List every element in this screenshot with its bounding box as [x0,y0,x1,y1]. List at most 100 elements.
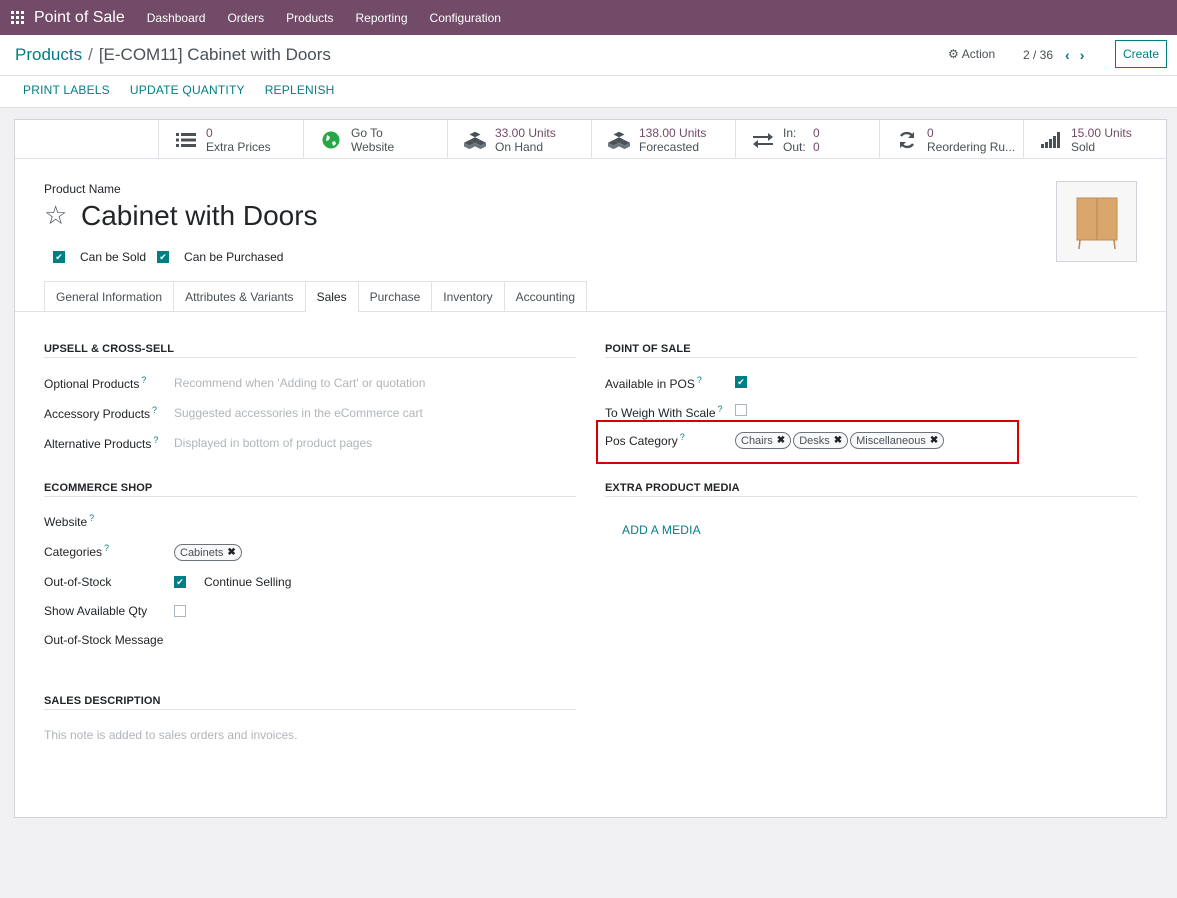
in-value: 0 [813,125,820,140]
show-available-qty-label: Show Available Qty [44,604,148,618]
help-icon[interactable]: ? [718,404,723,414]
extra-prices-label: Extra Prices [206,139,271,154]
smart-buttons: 0 Extra Prices Go To Website 33.00 Units… [15,120,1166,159]
add-media-button[interactable]: ADD A MEDIA [622,523,701,537]
action-menu-button[interactable]: ⚙ Action [948,47,995,61]
help-icon[interactable]: ? [152,405,157,415]
app-name[interactable]: Point of Sale [34,9,125,27]
tab-attributes-variants[interactable]: Attributes & Variants [173,281,306,312]
remove-tag-icon[interactable]: ✖ [227,547,235,558]
alternative-products-input[interactable]: Displayed in bottom of product pages [174,436,372,450]
notebook-tabs: General Information Attributes & Variant… [44,281,588,313]
action-label: Action [961,47,996,61]
pos-section-title: POINT OF SALE [605,343,691,355]
reordering-rules-button[interactable]: 0 Reordering Ru... [879,120,1023,159]
apps-menu-icon[interactable] [11,11,24,24]
control-panel: Products / [E-COM11] Cabinet with Doors … [0,35,1177,108]
can-be-purchased-checkbox[interactable]: ✔ [157,251,170,263]
sale-purchase-options: ✔ Can be Sold ✔ Can be Purchased [53,250,294,264]
update-quantity-button[interactable]: UPDATE QUANTITY [120,83,255,97]
help-icon[interactable]: ? [697,375,702,385]
out-of-stock-label: Out-of-Stock [44,575,112,589]
forecasted-button[interactable]: 138.00 Units Forecasted [591,120,735,159]
divider [0,75,1177,76]
tab-sales[interactable]: Sales [304,281,359,313]
menu-products[interactable]: Products [275,11,344,25]
accessory-products-input[interactable]: Suggested accessories in the eCommerce c… [174,406,423,420]
highlight-box [596,420,1019,464]
top-navbar: Point of Sale Dashboard Orders Products … [0,0,1177,35]
tab-accounting[interactable]: Accounting [503,281,588,312]
create-button[interactable]: Create [1115,40,1167,68]
signal-icon [1040,129,1062,151]
menu-dashboard[interactable]: Dashboard [136,11,217,25]
sold-button[interactable]: 15.00 Units Sold [1023,120,1166,159]
chevron-left-icon[interactable]: ‹ [1065,47,1070,63]
tab-purchase[interactable]: Purchase [357,281,433,312]
tab-general-information[interactable]: General Information [44,281,175,312]
website-line2: Website [351,139,395,154]
chevron-right-icon[interactable]: › [1080,47,1085,63]
extra-media-section-title: EXTRA PRODUCT MEDIA [605,482,740,494]
sales-description-title: SALES DESCRIPTION [44,695,161,707]
show-available-qty-checkbox[interactable] [174,605,186,617]
list-icon [175,129,197,151]
star-icon[interactable]: ☆ [44,200,67,231]
continue-selling-label: Continue Selling [204,575,292,589]
product-image[interactable] [1056,181,1137,262]
sales-description-input[interactable]: This note is added to sales orders and i… [44,728,297,742]
sold-value: 15.00 Units [1071,125,1132,140]
website-label: Website? [44,513,95,529]
can-be-sold-label: Can be Sold [80,250,147,264]
continue-selling-checkbox[interactable]: ✔ [174,576,186,588]
reordering-label: Reordering Ru... [927,139,1016,154]
to-weigh-checkbox[interactable] [735,404,747,416]
on-hand-button[interactable]: 33.00 Units On Hand [447,120,591,159]
help-icon[interactable]: ? [141,375,146,385]
menu-orders[interactable]: Orders [216,11,275,25]
go-to-website-button[interactable]: Go To Website [303,120,447,159]
tabs-underline [15,311,1166,312]
help-icon[interactable]: ? [153,435,158,445]
breadcrumb: Products / [E-COM11] Cabinet with Doors [15,45,331,65]
product-name-label: Product Name [44,182,121,196]
optional-products-label: Optional Products? [44,375,147,391]
categories-label: Categories? [44,543,110,559]
menu-reporting[interactable]: Reporting [345,11,419,25]
upsell-section-title: UPSELL & CROSS-SELL [44,343,175,355]
can-be-sold-checkbox[interactable]: ✔ [53,251,65,263]
optional-products-input[interactable]: Recommend when 'Adding to Cart' or quota… [174,376,425,390]
print-labels-button[interactable]: PRINT LABELS [13,83,120,97]
upsell-section-rule [44,357,576,358]
extra-prices-button[interactable]: 0 Extra Prices [158,120,303,159]
cubes-icon [464,129,486,151]
help-icon[interactable]: ? [104,543,109,553]
pager: 2 / 36 ‹ › [1023,47,1084,63]
cubes-icon [608,129,630,151]
in-out-button[interactable]: In: 0 Out: 0 [735,120,879,159]
in-label: In: [783,125,797,140]
tab-inventory[interactable]: Inventory [431,281,505,312]
product-name[interactable]: Cabinet with Doors [81,200,318,232]
out-label: Out: [783,139,806,154]
available-in-pos-checkbox[interactable]: ✔ [735,376,747,388]
globe-icon [320,129,342,151]
reordering-value: 0 [927,125,934,140]
help-icon[interactable]: ? [89,513,94,523]
menu-configuration[interactable]: Configuration [419,11,512,25]
extra-prices-value: 0 [206,125,213,140]
cabinet-image [1076,197,1117,249]
sales-description-rule [44,709,576,710]
replenish-button[interactable]: REPLENISH [255,83,345,97]
tag-cabinets: Cabinets ✖ [174,544,242,561]
breadcrumb-products-link[interactable]: Products [15,45,82,65]
ecommerce-section-rule [44,496,576,497]
website-line1: Go To [351,125,383,140]
pager-value[interactable]: 2 / 36 [1023,48,1053,62]
exchange-icon [752,129,774,151]
ecommerce-section-title: ECOMMERCE SHOP [44,482,153,494]
breadcrumb-current: [E-COM11] Cabinet with Doors [98,45,331,64]
header-buttons: PRINT LABELS UPDATE QUANTITY REPLENISH [13,83,345,97]
form-sheet: 0 Extra Prices Go To Website 33.00 Units… [14,119,1167,818]
on-hand-label: On Hand [495,139,544,154]
